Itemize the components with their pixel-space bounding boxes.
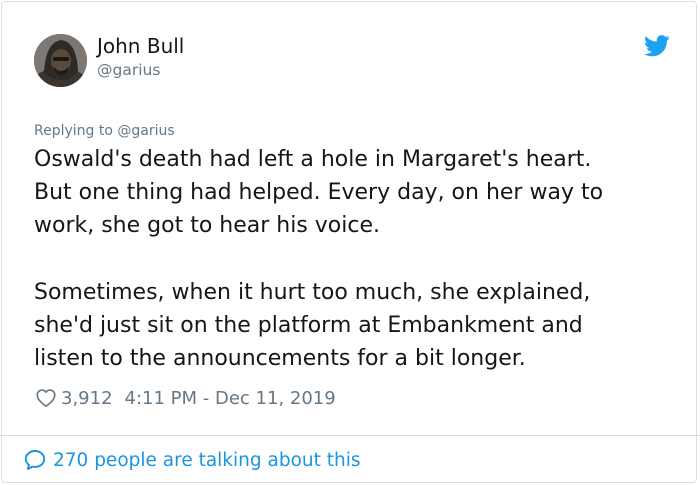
twitter-bird-icon[interactable] — [644, 35, 670, 57]
tweet-text-line: she'd just sit on the platform at Embank… — [34, 313, 583, 338]
tweet-text-line: work, she got to hear his voice. — [34, 213, 381, 238]
tweet-timestamp[interactable]: 4:11 PM - Dec 11, 2019 — [125, 388, 336, 409]
heart-icon[interactable] — [35, 387, 57, 409]
tweet-text-line: But one thing had helped. Every day, on … — [34, 180, 604, 205]
tweet-text-line: Sometimes, when it hurt too much, she ex… — [34, 280, 591, 305]
avatar[interactable] — [34, 34, 87, 87]
tweet-text-line: Oswald's death had left a hole in Margar… — [34, 147, 592, 172]
user-handle[interactable]: @garius — [97, 60, 160, 80]
display-name[interactable]: John Bull — [97, 34, 184, 58]
tweet-meta: 3,912 4:11 PM - Dec 11, 2019 — [35, 386, 336, 410]
conversation-link[interactable]: 270 people are talking about this — [23, 447, 361, 473]
tweet-text-line: listen to the announcements for a bit lo… — [34, 346, 526, 371]
avatar-image — [34, 34, 87, 87]
tweet-card: John Bull @garius Replying to @garius Os… — [1, 1, 697, 483]
conversation-link-label: 270 people are talking about this — [53, 449, 361, 471]
replying-to-text: Replying to @garius — [34, 123, 175, 139]
divider — [0, 435, 700, 436]
speech-bubble-icon — [24, 450, 46, 470]
like-count[interactable]: 3,912 — [61, 388, 113, 409]
